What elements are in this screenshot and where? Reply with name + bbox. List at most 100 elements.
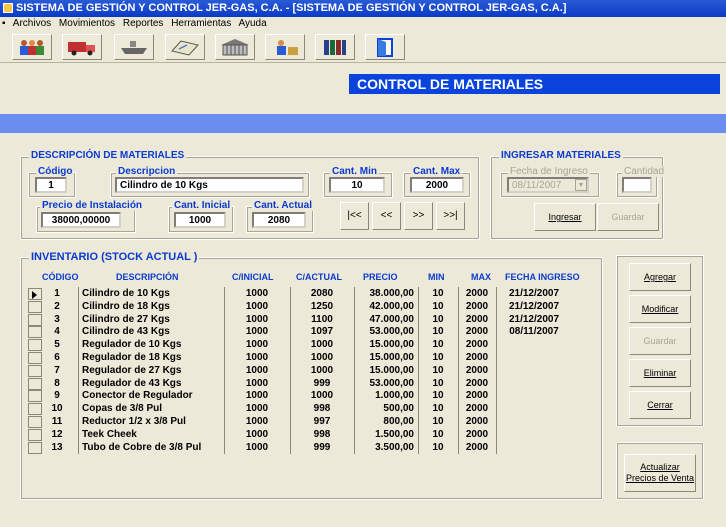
- menu-reportes[interactable]: Reportes: [123, 18, 164, 29]
- cell-cinicial[interactable]: 1000: [230, 352, 284, 364]
- cant-min-input[interactable]: 10: [329, 177, 385, 193]
- cell-cinicial[interactable]: 1000: [230, 442, 284, 454]
- cell-codigo[interactable]: 12: [44, 429, 70, 441]
- cell-descripcion[interactable]: Conector de Regulador: [82, 390, 222, 402]
- cell-precio[interactable]: 3.500,00: [356, 442, 414, 454]
- cell-cactual[interactable]: 999: [294, 378, 350, 390]
- cell-descripcion[interactable]: Regulador de 27 Kgs: [82, 365, 222, 377]
- row-selector[interactable]: [28, 390, 42, 403]
- cell-max[interactable]: 2000: [460, 429, 494, 441]
- cant-max-input[interactable]: 2000: [410, 177, 464, 193]
- cell-max[interactable]: 2000: [460, 352, 494, 364]
- books-button[interactable]: [315, 34, 355, 60]
- cell-descripcion[interactable]: Regulador de 18 Kgs: [82, 352, 222, 364]
- cell-cactual[interactable]: 997: [294, 416, 350, 428]
- cell-cactual[interactable]: 998: [294, 429, 350, 441]
- cell-cinicial[interactable]: 1000: [230, 378, 284, 390]
- cell-descripcion[interactable]: Cilindro de 10 Kgs: [82, 288, 222, 300]
- cell-min[interactable]: 10: [422, 429, 454, 441]
- row-selector[interactable]: [28, 428, 42, 441]
- cell-min[interactable]: 10: [422, 352, 454, 364]
- cell-cactual[interactable]: 1000: [294, 365, 350, 377]
- cell-precio[interactable]: 53.000,00: [356, 378, 415, 390]
- cell-precio[interactable]: 15.000,00: [356, 352, 415, 364]
- cell-codigo[interactable]: 10: [44, 403, 70, 415]
- cell-fecha[interactable]: [502, 429, 566, 441]
- cell-precio[interactable]: 800,00: [356, 416, 414, 428]
- cell-min[interactable]: 10: [422, 378, 454, 390]
- guardar-button[interactable]: Guardar: [629, 327, 691, 355]
- cell-fecha[interactable]: [502, 339, 566, 351]
- cant-inicial-input[interactable]: 1000: [174, 212, 226, 228]
- cell-fecha[interactable]: [502, 442, 566, 454]
- cell-codigo[interactable]: 9: [44, 390, 70, 402]
- precio-input[interactable]: 38000,00000: [41, 212, 121, 228]
- row-selector[interactable]: [28, 403, 42, 416]
- cell-precio[interactable]: 15.000,00: [356, 365, 415, 377]
- cell-max[interactable]: 2000: [460, 326, 494, 338]
- cell-max[interactable]: 2000: [460, 416, 494, 428]
- cant-actual-input[interactable]: 2080: [252, 212, 306, 228]
- cell-precio[interactable]: 500,00: [356, 403, 414, 415]
- cell-cactual[interactable]: 999: [294, 442, 350, 454]
- cell-codigo[interactable]: 5: [44, 339, 70, 351]
- agregar-button[interactable]: Agregar: [629, 263, 691, 291]
- codigo-input[interactable]: 1: [35, 177, 67, 193]
- cell-max[interactable]: 2000: [460, 378, 494, 390]
- cell-max[interactable]: 2000: [460, 301, 494, 313]
- actualizar-precios-button[interactable]: Actualizar Precios de Venta: [624, 454, 696, 492]
- row-selector[interactable]: [28, 352, 42, 364]
- descripcion-input[interactable]: Cilindro de 10 Kgs: [115, 177, 304, 193]
- cell-cinicial[interactable]: 1000: [230, 365, 284, 377]
- cell-descripcion[interactable]: Regulador de 43 Kgs: [82, 378, 222, 390]
- cell-cactual[interactable]: 998: [294, 403, 350, 415]
- cell-precio[interactable]: 1.500,00: [356, 429, 414, 441]
- menu-ayuda[interactable]: Ayuda: [238, 18, 266, 29]
- cell-cinicial[interactable]: 1000: [230, 314, 284, 326]
- cell-cinicial[interactable]: 1000: [230, 403, 284, 415]
- people-button[interactable]: [12, 34, 52, 60]
- menu-herramientas[interactable]: Herramientas: [171, 18, 231, 29]
- cell-codigo[interactable]: 1: [44, 288, 70, 300]
- prev-record-button[interactable]: <<: [372, 202, 401, 230]
- cell-max[interactable]: 2000: [460, 390, 494, 402]
- row-selector[interactable]: [28, 313, 42, 326]
- worker-button[interactable]: [265, 34, 305, 60]
- cell-descripcion[interactable]: Cilindro de 27 Kgs: [82, 314, 222, 326]
- cell-precio[interactable]: 53.000,00: [356, 326, 415, 338]
- cell-codigo[interactable]: 6: [44, 352, 70, 364]
- cell-fecha[interactable]: 08/11/2007: [502, 326, 566, 338]
- cell-codigo[interactable]: 7: [44, 365, 70, 377]
- cell-cinicial[interactable]: 1000: [230, 390, 284, 402]
- cell-codigo[interactable]: 4: [44, 326, 70, 338]
- last-record-button[interactable]: >>|: [436, 202, 465, 230]
- cell-fecha[interactable]: [502, 390, 566, 402]
- cell-fecha[interactable]: 21/12/2007: [502, 301, 566, 313]
- cell-codigo[interactable]: 8: [44, 378, 70, 390]
- cell-descripcion[interactable]: Teek Cheek: [82, 429, 222, 441]
- cell-cactual[interactable]: 2080: [294, 288, 350, 300]
- menu-archivos[interactable]: Archivos: [13, 18, 51, 29]
- cell-cinicial[interactable]: 1000: [230, 326, 284, 338]
- cantidad-input[interactable]: [622, 177, 652, 193]
- cell-max[interactable]: 2000: [460, 442, 494, 454]
- cell-descripcion[interactable]: Cilindro de 18 Kgs: [82, 301, 222, 313]
- cell-codigo[interactable]: 11: [44, 416, 70, 428]
- cell-min[interactable]: 10: [422, 365, 454, 377]
- menu-movimientos[interactable]: Movimientos: [59, 18, 115, 29]
- cell-min[interactable]: 10: [422, 416, 454, 428]
- row-selector[interactable]: [28, 416, 42, 428]
- ship-button[interactable]: [114, 34, 154, 60]
- chevron-down-icon[interactable]: ▼: [575, 179, 587, 191]
- cell-min[interactable]: 10: [422, 442, 454, 454]
- cell-min[interactable]: 10: [422, 403, 454, 415]
- door-button[interactable]: [365, 34, 405, 60]
- cell-min[interactable]: 10: [422, 301, 454, 313]
- cell-precio[interactable]: 1.000,00: [356, 390, 414, 402]
- row-selector[interactable]: [28, 339, 42, 352]
- next-record-button[interactable]: >>: [404, 202, 433, 230]
- cell-codigo[interactable]: 13: [44, 442, 70, 454]
- warehouse-button[interactable]: [215, 34, 255, 60]
- cell-max[interactable]: 2000: [460, 314, 494, 326]
- cell-min[interactable]: 10: [422, 288, 454, 300]
